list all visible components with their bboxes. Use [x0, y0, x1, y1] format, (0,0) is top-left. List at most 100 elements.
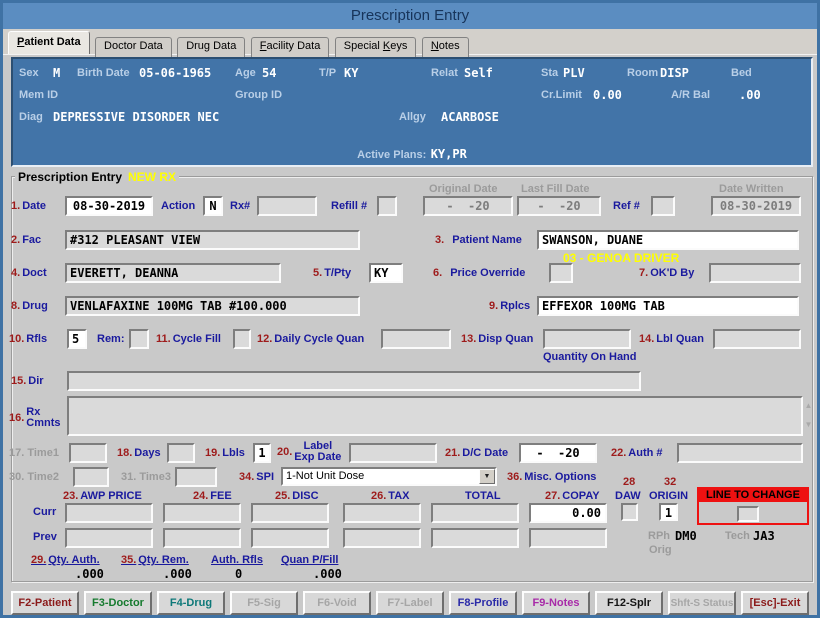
days-field[interactable] — [167, 443, 195, 463]
action-field[interactable]: N — [203, 196, 223, 216]
patient-name-field[interactable]: SWANSON, DUANE — [537, 230, 799, 250]
curr-fee-field[interactable] — [163, 503, 241, 523]
lbl-quan-field[interactable] — [713, 329, 801, 349]
f8-profile-button[interactable]: F8-Profile — [449, 591, 517, 615]
ar-bal-label: A/R Bal — [671, 89, 711, 101]
label-exp-date-label: 20. Label Exp Date — [277, 440, 342, 463]
tech-label: Tech — [725, 530, 750, 542]
cycle-fill-label: 11. Cycle Fill — [156, 333, 221, 345]
tab-special-keys[interactable]: Special Keys — [334, 37, 417, 57]
diag-value: DEPRESSIVE DISORDER NEC — [53, 110, 220, 124]
room-label: Room — [627, 67, 659, 79]
okd-by-field[interactable] — [709, 263, 801, 283]
qty-auth-value: .000 — [75, 567, 104, 581]
refill-field[interactable] — [377, 196, 397, 216]
tab-patient-data[interactable]: Patient Data — [8, 31, 90, 54]
rem-field[interactable] — [129, 329, 149, 349]
daw-field[interactable] — [621, 503, 638, 521]
disp-quan-field[interactable] — [543, 329, 631, 349]
fee-header: 24. FEE — [193, 490, 232, 502]
cmnts-scroll-up-icon[interactable]: ▲ — [802, 399, 815, 412]
prev-total-field — [431, 528, 519, 548]
daw-number-label: 28 — [623, 476, 636, 488]
days-label: 18. Days — [117, 447, 161, 459]
auth-number-field[interactable] — [677, 443, 803, 463]
cr-limit-label: Cr.Limit — [541, 89, 582, 101]
daw-header: DAW — [615, 490, 641, 502]
f7-label-button: F7-Label — [376, 591, 444, 615]
line-to-change-field[interactable] — [737, 506, 759, 522]
total-header: TOTAL — [465, 490, 501, 502]
active-plans-line: Active Plans: KY,PR — [13, 145, 811, 163]
lbls-field[interactable]: 1 — [253, 443, 271, 463]
tab-notes[interactable]: Notes — [421, 37, 469, 57]
tab-drug-data[interactable]: Drug Data — [177, 37, 246, 57]
group-id-label: Group ID — [235, 89, 283, 101]
active-plans-label: Active Plans: — [357, 149, 427, 161]
tax-header: 26. TAX — [371, 490, 410, 502]
time3-label: 31. Time3 — [121, 471, 171, 483]
date-field[interactable]: 08-30-2019 — [65, 196, 153, 216]
f9-notes-button[interactable]: F9-Notes — [522, 591, 590, 615]
auth-rfls-link[interactable]: Auth. Rfls — [211, 554, 263, 566]
curr-awp-field[interactable] — [65, 503, 153, 523]
f3-doctor-button[interactable]: F3-Doctor — [84, 591, 152, 615]
ref-number-field[interactable] — [651, 196, 675, 216]
esc-exit-button[interactable]: [Esc]-Exit — [741, 591, 809, 615]
quan-pfill-link[interactable]: Quan P/Fill — [281, 554, 338, 566]
relat-label: Relat — [431, 67, 458, 79]
curr-tax-field[interactable] — [343, 503, 421, 523]
cmnts-scroll-down-icon[interactable]: ▼ — [802, 418, 815, 431]
spi-combobox[interactable]: 1-Not Unit Dose ▼ — [281, 467, 497, 486]
rx-cmnts-field[interactable] — [67, 396, 803, 436]
f5-sig-button: F5-Sig — [230, 591, 298, 615]
rfls-field[interactable]: 5 — [67, 329, 87, 349]
price-override-field[interactable] — [549, 263, 573, 283]
refill-label: Refill # — [331, 200, 368, 212]
last-fill-date-label: Last Fill Date — [521, 183, 590, 195]
rplcs-field[interactable]: EFFEXOR 100MG TAB — [537, 296, 799, 316]
curr-total-field — [431, 503, 519, 523]
rplcs-label: 9. Rplcs — [489, 300, 531, 312]
last-fill-date-field: - -20 — [517, 196, 601, 216]
original-date-label: Original Date — [429, 183, 498, 195]
sta-label: Sta — [541, 67, 559, 79]
fac-field[interactable]: #312 PLEASANT VIEW — [65, 230, 360, 250]
genoa-driver-note: 03 - GENOA DRIVER — [563, 251, 680, 265]
tab-facility-data[interactable]: Facility Data — [250, 37, 330, 57]
auth-rfls-value: 0 — [235, 567, 243, 581]
curr-copay-field[interactable]: 0.00 — [529, 503, 607, 523]
rx-number-field[interactable] — [257, 196, 317, 216]
prescription-entry-window: Prescription Entry Patient Data Doctor D… — [0, 0, 820, 618]
f12-splr-button[interactable]: F12-Splr — [595, 591, 663, 615]
spi-dropdown-arrow-icon[interactable]: ▼ — [479, 469, 495, 484]
tpty-field[interactable]: KY — [369, 263, 403, 283]
f4-drug-button[interactable]: F4-Drug — [157, 591, 225, 615]
drug-field[interactable]: VENLAFAXINE 100MG TAB #100.000 — [65, 296, 360, 316]
origin-field[interactable]: 1 — [659, 503, 678, 521]
dir-field[interactable] — [67, 371, 641, 391]
tpty-label: 5. T/Pty — [313, 267, 352, 279]
label-exp-date-field[interactable] — [349, 443, 437, 463]
prev-awp-field — [65, 528, 153, 548]
curr-disc-field[interactable] — [251, 503, 329, 523]
spi-label: 34. SPI — [239, 471, 275, 483]
dc-date-field[interactable]: - -20 — [519, 443, 597, 463]
prev-label: Prev — [33, 531, 57, 543]
awp-price-header: 23. AWP PRICE — [63, 490, 142, 502]
original-date-field: - -20 — [423, 196, 513, 216]
tech-value: JA3 — [753, 529, 775, 543]
prev-disc-field — [251, 528, 329, 548]
shft-s-status-button: Shft-S Status — [668, 591, 736, 615]
allergy-label: Allgy — [399, 111, 426, 123]
cycle-fill-field[interactable] — [233, 329, 251, 349]
f2-patient-button[interactable]: F2-Patient — [11, 591, 79, 615]
tab-doctor-data[interactable]: Doctor Data — [95, 37, 172, 57]
daily-cycle-quan-field[interactable] — [381, 329, 451, 349]
qty-rem-link[interactable]: 35. Qty. Rem. — [121, 554, 189, 566]
qty-auth-link[interactable]: 29. Qty. Auth. — [31, 554, 100, 566]
doct-field[interactable]: EVERETT, DEANNA — [65, 263, 281, 283]
prev-fee-field — [163, 528, 241, 548]
drug-label: 8. Drug — [11, 300, 48, 312]
f6-void-button: F6-Void — [303, 591, 371, 615]
